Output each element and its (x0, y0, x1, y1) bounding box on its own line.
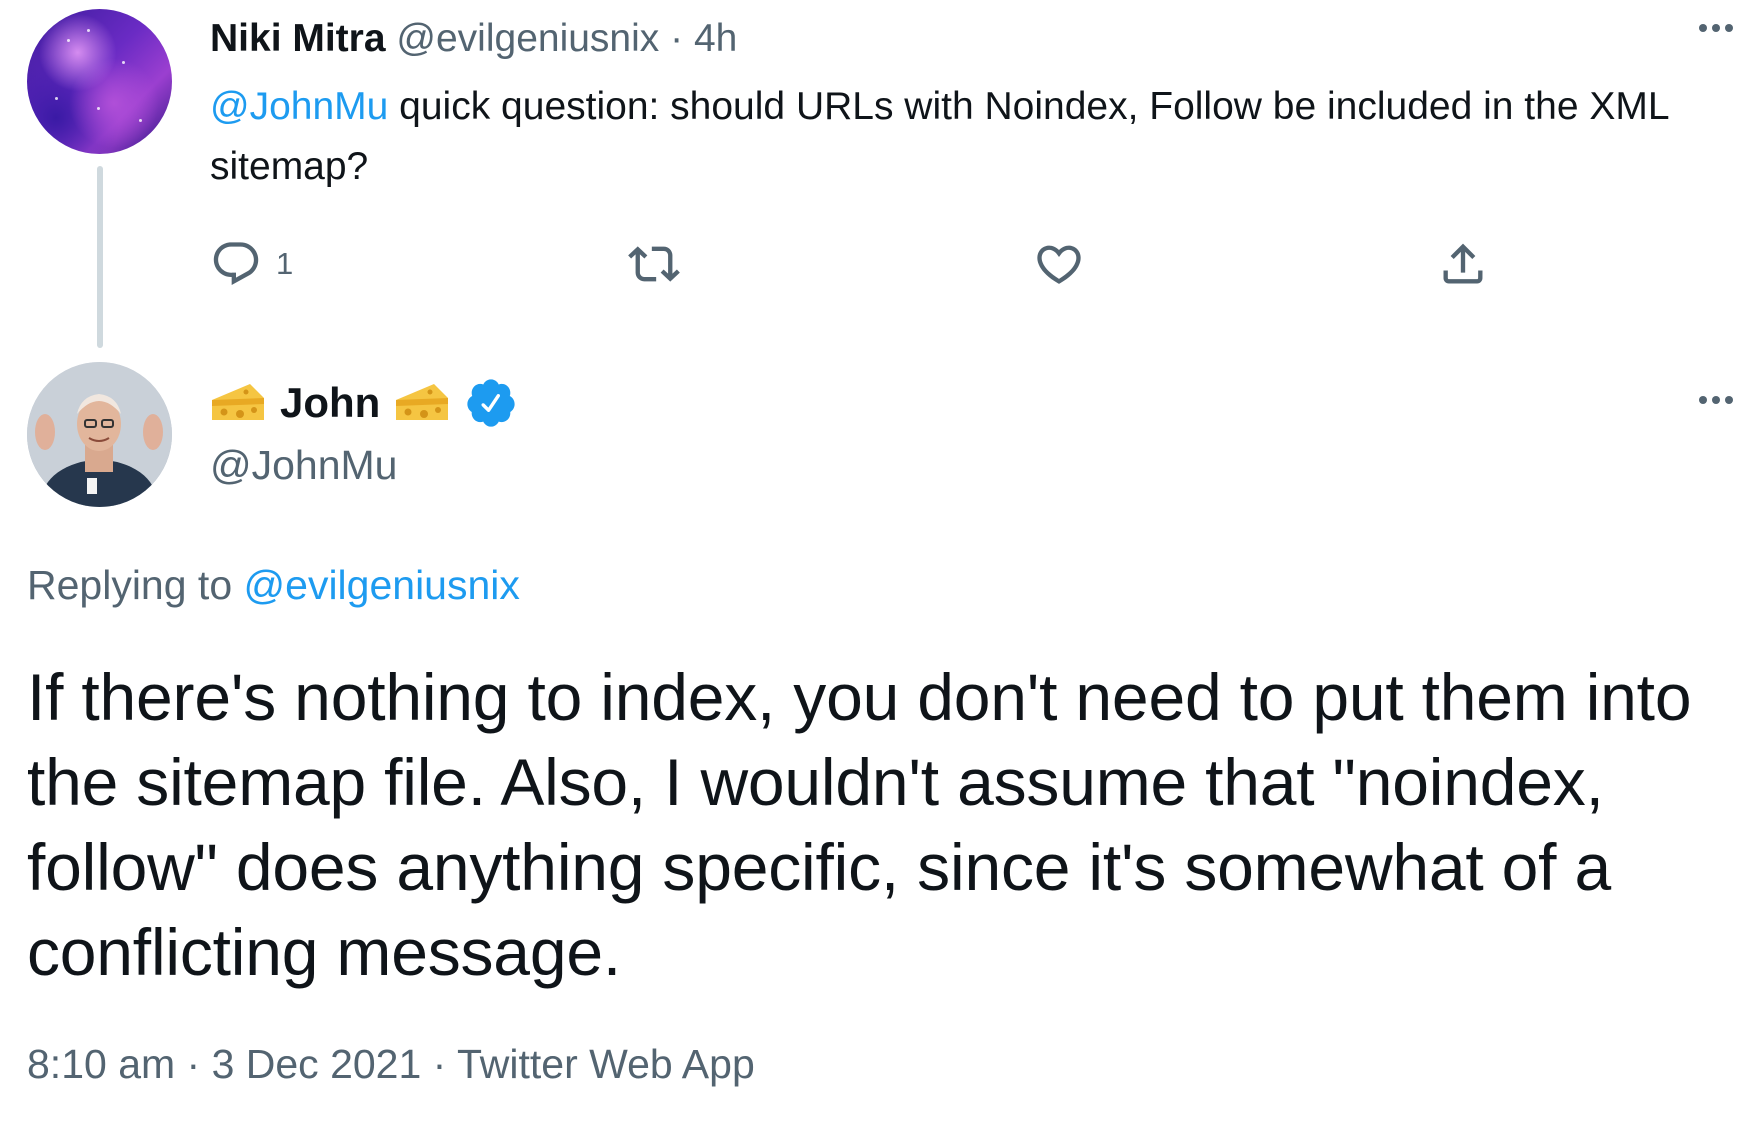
tweet2-author-line[interactable]: John (210, 372, 518, 434)
tweet2-more-icon[interactable] (1699, 396, 1733, 404)
like-button[interactable] (1033, 238, 1085, 290)
avatar-niki-mitra[interactable] (27, 9, 172, 154)
tweet1-body: quick question: should URLs with Noindex… (210, 85, 1669, 188)
cheese-icon (212, 384, 264, 420)
tweet1-mention-link[interactable]: @JohnMu (210, 85, 388, 128)
tweet2-author-name[interactable]: John (280, 379, 380, 427)
share-button[interactable] (1437, 238, 1489, 290)
tweet1-separator: · (670, 17, 684, 60)
tweet2-author-handle[interactable]: @JohnMu (210, 437, 397, 493)
person-photo-icon (27, 362, 172, 507)
retweet-button[interactable] (628, 238, 680, 290)
tweet2-timestamp-source[interactable]: 8:10 am · 3 Dec 2021 · Twitter Web App (27, 1036, 755, 1092)
tweet2-text: If there's nothing to index, you don't n… (27, 660, 1692, 989)
like-icon (1037, 245, 1081, 284)
share-icon (1443, 243, 1483, 284)
replying-to-handle-link[interactable]: @evilgeniusnix (244, 562, 520, 608)
replying-to-line: Replying to @evilgeniusnix (27, 557, 520, 613)
cheese-icon (396, 384, 449, 420)
reply-button[interactable]: 1 (210, 238, 293, 290)
reply-icon (213, 242, 259, 286)
retweet-icon (628, 246, 680, 282)
tweet1-header: Niki Mitra @evilgeniusnix · 4h (210, 14, 737, 64)
avatar-john-mu[interactable] (27, 362, 172, 507)
thread-connector-line (97, 166, 103, 348)
tweet1-author-handle[interactable]: @evilgeniusnix (396, 17, 659, 60)
replying-to-prefix: Replying to (27, 562, 244, 608)
verified-badge-icon[interactable] (464, 376, 518, 430)
tweet1-author-name[interactable]: Niki Mitra (210, 17, 386, 60)
tweet1-time[interactable]: 4h (694, 17, 737, 60)
tweet1-text: @JohnMu quick question: should URLs with… (210, 77, 1730, 197)
reply-count: 1 (276, 246, 294, 281)
tweet1-more-icon[interactable] (1699, 24, 1733, 32)
